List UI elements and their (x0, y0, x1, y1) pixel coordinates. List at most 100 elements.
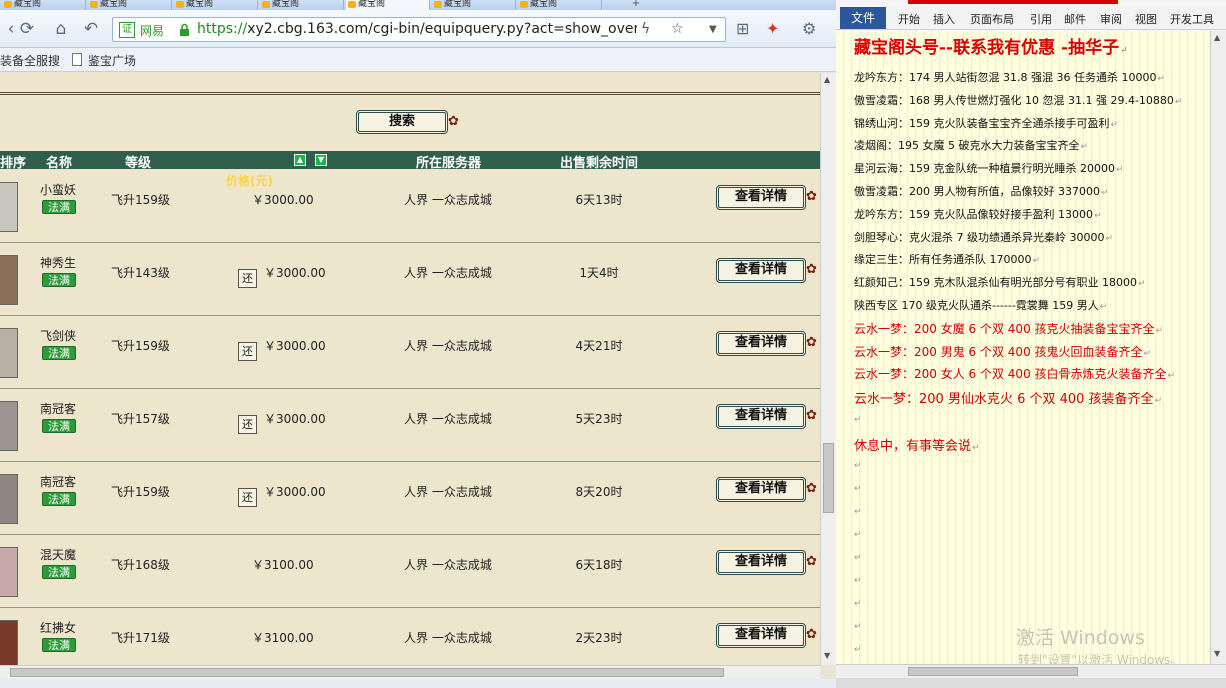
header-remaining: 出售剩余时间 (560, 156, 639, 171)
browser-tab[interactable]: 藏宝阁 (88, 0, 172, 10)
document-line-text: 红颜知己：159 克木队混杀仙有明光部分号有职业 18000 (854, 276, 1137, 290)
url-text[interactable]: https://xy2.cbg.163.com/cgi-bin/equipque… (197, 21, 637, 37)
bookmark-treasure-square[interactable]: 鉴宝广场 (88, 52, 136, 69)
wrench-icon[interactable]: ⚙ (802, 19, 816, 38)
menu-home[interactable]: 开始 (898, 11, 920, 27)
browser-tab[interactable]: 藏宝阁 (174, 0, 258, 10)
game-icon[interactable]: ✦ (766, 19, 779, 38)
empty-paragraph: ↵ (854, 415, 862, 425)
empty-paragraph: ↵ (854, 461, 862, 471)
character-name[interactable]: 南冠客 (40, 400, 76, 417)
menu-page-layout[interactable]: 页面布局 (970, 11, 1014, 27)
view-details-button[interactable]: 查看详情 (716, 623, 806, 648)
new-tab-button[interactable]: + (628, 0, 644, 10)
scroll-thumb[interactable] (10, 668, 724, 677)
address-bar[interactable]: 证 网易 https://xy2.cbg.163.com/cgi-bin/equ… (112, 17, 726, 42)
document-title: 藏宝阁头号--联系我有优惠 -抽华子↵ (854, 33, 1128, 58)
browser-tab[interactable]: 藏宝阁 (2, 0, 86, 10)
character-avatar[interactable] (0, 255, 18, 305)
header-index[interactable]: 排序 (0, 152, 26, 171)
menu-references[interactable]: 引用 (1030, 11, 1052, 27)
browser-tab[interactable]: 藏宝阁 (260, 0, 344, 10)
document-line-text: 龙吟东方：174 男人站街忽混 31.8 强混 36 任务通杀 10000 (854, 71, 1157, 84)
empty-paragraph: ↵ (854, 645, 862, 655)
scroll-thumb[interactable] (908, 667, 1078, 676)
view-details-button[interactable]: 查看详情 (716, 258, 806, 283)
tassel-icon: ✿ (806, 481, 817, 496)
activation-watermark-hint: 转到"设置"以激活 Windows。 (1018, 653, 1183, 664)
tab-favicon-icon (520, 1, 528, 8)
file-tab[interactable]: 文件 (840, 7, 886, 29)
scroll-up-icon[interactable]: ▲ (824, 75, 830, 84)
character-name[interactable]: 混天魔 (40, 546, 76, 563)
title-accent-bar (908, 0, 1118, 4)
character-avatar[interactable] (0, 401, 18, 451)
bookmark-equipment-search[interactable]: 装备全服搜 (0, 52, 60, 69)
character-avatar[interactable] (0, 474, 18, 524)
document-vertical-scrollbar[interactable]: ▲ ▼ (1210, 31, 1226, 664)
view-details-button[interactable]: 查看详情 (716, 550, 806, 575)
haggle-badge[interactable]: 还 (238, 415, 257, 434)
scroll-down-icon[interactable]: ▼ (1214, 649, 1220, 658)
menu-mailings[interactable]: 邮件 (1064, 11, 1086, 27)
character-avatar[interactable] (0, 547, 18, 597)
undo-icon[interactable]: ↶ (80, 18, 102, 40)
pilcrow: ↵ (1154, 396, 1163, 407)
browser-tab[interactable]: 藏宝阁 (432, 0, 516, 10)
tassel-icon: ✿ (806, 189, 817, 204)
refresh-icon[interactable]: ⟳ (16, 18, 38, 40)
document-line: 云水一梦：200 男仙水克火 6 个双 400 孩装备齐全↵ (854, 388, 1162, 407)
character-name[interactable]: 南冠客 (40, 473, 76, 490)
menu-review[interactable]: 审阅 (1100, 11, 1122, 27)
grid-icon[interactable]: ⊞ (736, 19, 749, 38)
view-details-button[interactable]: 查看详情 (716, 477, 806, 502)
menu-view[interactable]: 视图 (1135, 11, 1157, 27)
search-button[interactable]: 搜索 (356, 110, 448, 134)
haggle-badge[interactable]: 还 (238, 342, 257, 361)
character-avatar[interactable] (0, 328, 18, 378)
document-page[interactable]: 藏宝阁头号--联系我有优惠 -抽华子↵ 龙吟东方：174 男人站街忽混 31.8… (836, 31, 1210, 664)
pilcrow: ↵ (1032, 256, 1041, 267)
haggle-badge[interactable]: 还 (238, 269, 257, 288)
table-row: 混天魔 法满 飞升168级 ￥3100.00 人界 一众志成城 6天18时 查看详情 ✿ (0, 535, 820, 608)
price: ￥3000.00 (264, 339, 326, 353)
pilcrow: ↵ (1155, 325, 1164, 336)
view-details-button[interactable]: 查看详情 (716, 404, 806, 429)
character-name[interactable]: 红拂女 (40, 619, 76, 636)
sort-ascending-icon[interactable]: ▲ (294, 154, 306, 166)
star-icon[interactable]: ☆ (671, 21, 684, 37)
character-name[interactable]: 小蛮妖 (40, 181, 76, 198)
document-line-text: 凌烟阁：195 女魔 5 破克水大力装备宝宝齐全 (854, 139, 1080, 153)
page-horizontal-scrollbar[interactable] (0, 665, 820, 679)
home-icon[interactable]: ⌂ (50, 18, 72, 40)
pilcrow: ↵ (1115, 165, 1124, 176)
document-horizontal-scrollbar[interactable] (836, 664, 1226, 678)
page-vertical-scrollbar[interactable]: ▲ ▼ (820, 73, 836, 665)
document-line: 龙吟东方：174 男人站街忽混 31.8 强混 36 任务通杀 10000↵ (854, 69, 1165, 85)
character-name[interactable]: 飞剑侠 (40, 327, 76, 344)
sort-descending-icon[interactable]: ▼ (315, 154, 327, 166)
document-line-text: 云水一梦：200 男鬼 6 个双 400 孩鬼火回血装备齐全 (854, 344, 1143, 359)
pilcrow: ↵ (1157, 74, 1166, 84)
bookmarks-bar: 装备全服搜 鉴宝广场 (0, 48, 836, 72)
lightning-icon[interactable]: ϟ (641, 21, 650, 37)
scroll-down-icon[interactable]: ▼ (824, 651, 830, 660)
menu-developer[interactable]: 开发工具 (1170, 11, 1214, 27)
browser-tab[interactable]: 藏宝阁 (518, 0, 602, 10)
browser-tab[interactable]: 藏宝阁 (346, 0, 430, 10)
view-details-button[interactable]: 查看详情 (716, 185, 806, 210)
menu-insert[interactable]: 插入 (933, 11, 955, 27)
empty-paragraph: ↵ (854, 484, 862, 494)
view-details-button[interactable]: 查看详情 (716, 331, 806, 356)
haggle-badge[interactable]: 还 (238, 488, 257, 507)
scroll-up-icon[interactable]: ▲ (1214, 33, 1220, 42)
time-remaining: 8天20时 (575, 485, 623, 499)
document-line: 龙吟东方：159 克火队品像较好接手盈利 13000↵ (854, 206, 1102, 222)
scroll-thumb[interactable] (823, 443, 834, 513)
server-name: 人界 一众志成城 (404, 266, 492, 280)
document-line-text: 锦绣山河：159 克火队装备宝宝齐全通杀接手可盈利 (854, 116, 1110, 130)
character-avatar[interactable] (0, 182, 18, 232)
dropdown-icon[interactable]: ▼ (709, 24, 717, 35)
character-avatar[interactable] (0, 620, 18, 665)
character-name[interactable]: 神秀生 (40, 254, 76, 271)
